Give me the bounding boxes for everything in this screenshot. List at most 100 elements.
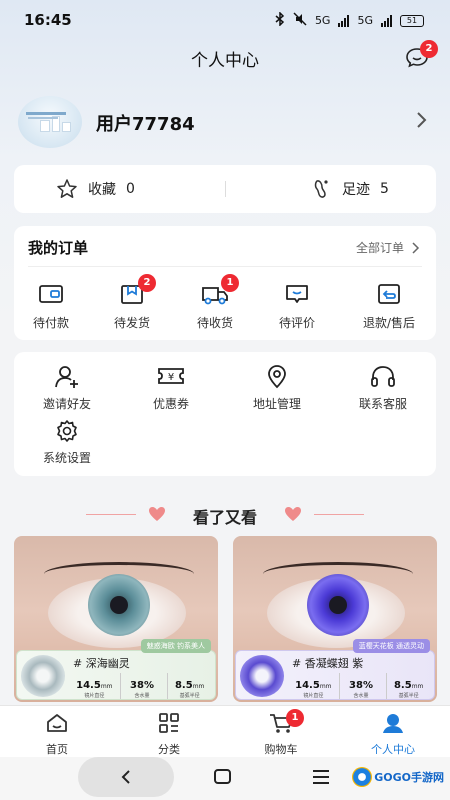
- headset-icon: [371, 366, 395, 387]
- comment-icon: [286, 285, 308, 303]
- favorites-label: 收藏: [88, 182, 116, 198]
- services-card: 邀请好友 ¥ 优惠券 地址管理 联系客服 系统设置: [14, 352, 436, 476]
- divider: [225, 181, 226, 197]
- invite-friends-button[interactable]: 邀请好友: [25, 364, 109, 412]
- order-pending-receipt[interactable]: 1 待收货: [175, 274, 255, 331]
- order-badge: 1: [221, 274, 239, 292]
- lens-image: [21, 655, 65, 697]
- product-tag: 魅惑海欧 钓系美人: [140, 639, 211, 653]
- order-refund[interactable]: 退款/售后: [349, 282, 429, 331]
- pupil-graphic: [329, 596, 347, 614]
- footprints-button[interactable]: 足迹 5: [312, 165, 389, 213]
- category-icon: [159, 713, 179, 733]
- spec-water: 38% 含水量: [119, 673, 164, 699]
- all-orders-label: 全部订单: [355, 241, 404, 255]
- profile-row[interactable]: 用户77784: [18, 96, 432, 148]
- watermark-logo: [352, 767, 373, 787]
- order-pending-review[interactable]: 待评价: [257, 282, 337, 331]
- product-info: 魅惑海欧 钓系美人 # 深海幽灵 14.5mm 镜片直径 38% 含水量 8.5mm…: [16, 639, 216, 700]
- wallet-icon: [39, 285, 63, 303]
- watermark: GOGO手游网: [352, 767, 444, 787]
- product-name: # 香凝蝶翅 紫: [292, 657, 364, 670]
- tab-category[interactable]: 分类: [124, 712, 214, 757]
- signal-icon: [338, 14, 350, 27]
- back-icon: [121, 770, 130, 784]
- tab-label: 首页: [46, 743, 68, 756]
- service-label: 系统设置: [42, 451, 91, 465]
- gear-icon: [57, 420, 77, 442]
- product-info: 蓝樱天花板 通透灵动 # 香凝蝶翅 紫 14.5mm 镜片直径 38% 含水量 8.…: [235, 639, 435, 700]
- message-badge: 2: [420, 40, 438, 58]
- bottom-tab-bar: 首页 分类 1 购物车 个人中心: [0, 705, 450, 757]
- home-button[interactable]: [214, 769, 231, 784]
- svg-text:¥: ¥: [168, 372, 174, 383]
- product-tag: 蓝樱天花板 通透灵动: [352, 639, 430, 653]
- product-card[interactable]: 蓝樱天花板 通透灵动 # 香凝蝶翅 紫 14.5mm 镜片直径 38% 含水量 8.…: [233, 536, 437, 702]
- back-button[interactable]: [78, 757, 174, 797]
- avatar[interactable]: [18, 96, 82, 148]
- return-icon: [378, 284, 400, 304]
- heart-icon: [285, 507, 301, 521]
- order-pending-payment[interactable]: 待付款: [11, 282, 91, 331]
- signal-5g-label-1: 5G: [314, 14, 331, 27]
- spec-base-curve: 8.5mm 基弧半径: [167, 673, 211, 699]
- tab-label: 分类: [158, 743, 180, 756]
- divider: [28, 266, 422, 267]
- order-pending-shipment[interactable]: 2 待发货: [92, 274, 172, 331]
- footprint-icon: [314, 180, 328, 198]
- status-bar: 16:45 5G 5G 51: [0, 0, 450, 40]
- message-button[interactable]: 2: [404, 40, 438, 70]
- chevron-right-icon: [417, 112, 427, 128]
- service-label: 地址管理: [252, 397, 301, 411]
- tab-profile[interactable]: 个人中心: [348, 712, 438, 757]
- status-icons: 5G 5G 51: [275, 11, 424, 29]
- title-bar: 个人中心 2: [0, 38, 450, 78]
- favorites-card: 收藏 0 足迹 5: [14, 165, 436, 213]
- order-label: 待付款: [32, 316, 69, 330]
- product-specs: 14.5mm 镜片直径 38% 含水量 8.5mm 基弧半径: [73, 673, 211, 699]
- chevron-right-icon: [412, 241, 420, 254]
- order-label: 退款/售后: [362, 316, 416, 330]
- all-orders-link[interactable]: 全部订单: [356, 239, 420, 256]
- order-badge: 2: [138, 274, 156, 292]
- location-icon: [268, 365, 286, 389]
- home-icon: [47, 714, 67, 732]
- divider: [314, 514, 364, 515]
- battery-icon: 51: [400, 14, 424, 27]
- settings-button[interactable]: 系统设置: [25, 418, 109, 466]
- order-label: 待收货: [196, 316, 233, 330]
- order-label: 待评价: [278, 316, 315, 330]
- favorites-button[interactable]: 收藏 0: [56, 165, 135, 213]
- orders-card: 我的订单 全部订单 待付款 2 待发货 1 待收货 待评价 退款/售后: [14, 226, 436, 340]
- bluetooth-icon: [275, 11, 285, 29]
- footprints-count: 5: [380, 181, 389, 197]
- product-card[interactable]: 魅惑海欧 钓系美人 # 深海幽灵 14.5mm 镜片直径 38% 含水量 8.5mm…: [14, 536, 218, 702]
- tab-label: 购物车: [264, 743, 298, 756]
- favorites-count: 0: [126, 181, 135, 197]
- mute-icon: [293, 12, 307, 29]
- address-button[interactable]: 地址管理: [235, 364, 319, 412]
- username: 用户77784: [96, 114, 195, 135]
- tab-cart[interactable]: 1 购物车: [236, 709, 326, 757]
- tab-label: 个人中心: [371, 743, 415, 756]
- system-nav-bar: GOGO手游网: [0, 757, 450, 800]
- coupon-icon: ¥: [158, 368, 184, 384]
- lens-image: [240, 655, 284, 697]
- recommend-title: 看了又看: [192, 508, 257, 527]
- signal-5g-label-2: 5G: [357, 14, 373, 27]
- product-name: # 深海幽灵: [73, 657, 130, 670]
- coupons-button[interactable]: ¥ 优惠券: [129, 364, 213, 412]
- cart-badge: 1: [286, 709, 304, 727]
- service-label: 优惠券: [152, 397, 189, 411]
- tab-home[interactable]: 首页: [12, 712, 102, 757]
- page-title: 个人中心: [191, 51, 259, 71]
- customer-service-button[interactable]: 联系客服: [341, 364, 425, 412]
- recommend-header: 看了又看: [0, 500, 450, 530]
- add-user-icon: [55, 366, 78, 388]
- order-label: 待发货: [113, 316, 150, 330]
- pupil-graphic: [110, 596, 128, 614]
- product-specs: 14.5mm 镜片直径 38% 含水量 8.5mm 基弧半径: [292, 673, 430, 699]
- orders-title: 我的订单: [28, 239, 89, 257]
- profile-icon: [383, 714, 403, 733]
- menu-icon[interactable]: [312, 769, 330, 785]
